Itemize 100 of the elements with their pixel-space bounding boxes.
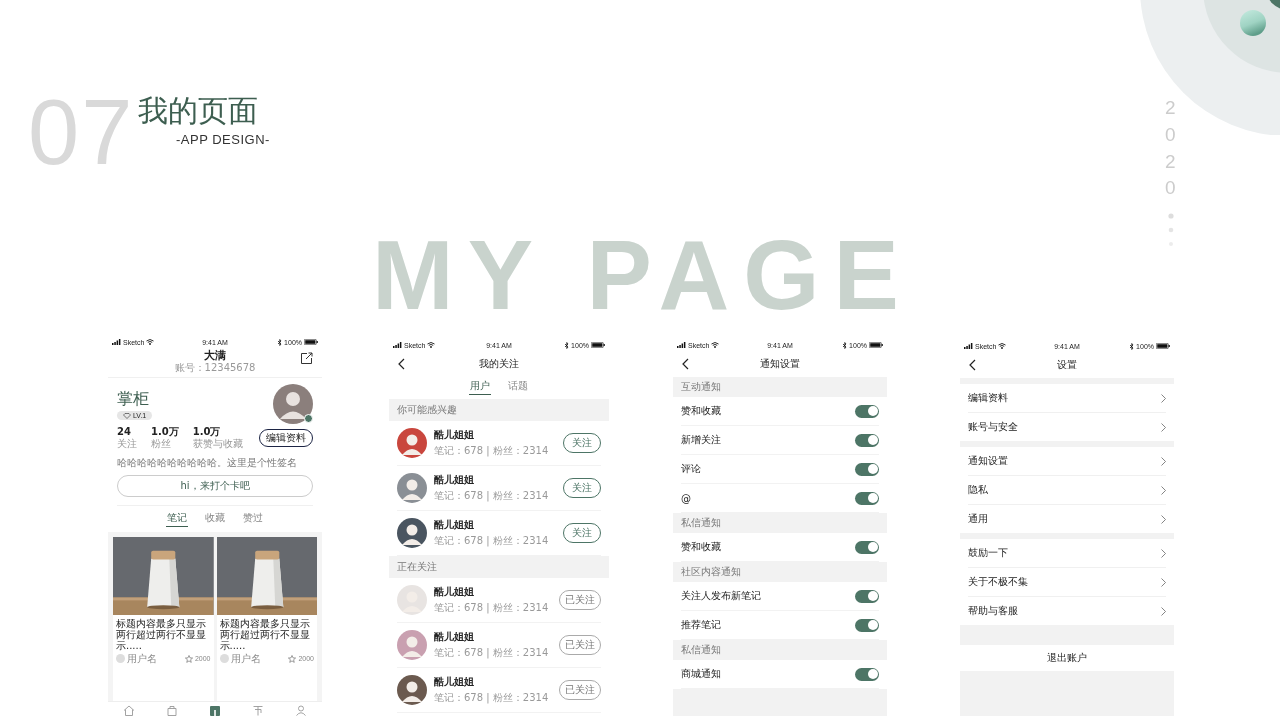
user-name: 掌柜	[117, 390, 149, 408]
bag-icon[interactable]	[166, 705, 179, 716]
chevron-right-icon	[1161, 422, 1166, 432]
note-title: 标题内容最多只显示两行超过两行不显显示.....	[219, 618, 311, 651]
check-in-button[interactable]: hi，来打个卡吧	[117, 475, 313, 497]
bluetooth-icon	[565, 341, 570, 349]
toggle-switch[interactable]	[855, 618, 879, 632]
battery-icon	[304, 339, 318, 345]
user-name: 酷儿姐姐	[434, 675, 475, 689]
back-icon[interactable]	[682, 358, 689, 370]
chevron-right-icon	[1161, 548, 1166, 558]
stat-label: 获赞与收藏	[192, 438, 243, 450]
wifi-icon	[146, 339, 155, 345]
avatar-icon[interactable]	[397, 675, 427, 705]
user-name: 酷儿姐姐	[434, 630, 475, 644]
menu-item[interactable]: 帮助与客服	[968, 604, 1018, 618]
bluetooth-icon	[843, 341, 848, 349]
user-name: 酷儿姐姐	[434, 428, 475, 442]
toggle-switch[interactable]	[855, 462, 879, 476]
note-title: 标题内容最多只显示两行超过两行不显显示.....	[116, 618, 207, 651]
follow-button[interactable]: 关注	[563, 478, 601, 498]
chevron-right-icon	[1161, 393, 1166, 403]
content-tab[interactable]: 收藏	[204, 511, 226, 527]
menu-item[interactable]: 编辑资料	[968, 391, 1008, 405]
wifi-icon	[711, 342, 720, 348]
account-number: 账号：12345678	[174, 362, 256, 374]
follow-button[interactable]: 已关注	[559, 635, 601, 655]
chevron-right-icon	[1161, 577, 1166, 587]
section-header: 私信通知	[673, 640, 887, 660]
user-stats: 笔记：678 | 粉丝：2314	[434, 444, 549, 458]
content-tab[interactable]: 赞过	[242, 511, 264, 527]
edit-profile-button[interactable]: 编辑资料	[259, 429, 313, 447]
follow-button[interactable]: 已关注	[559, 590, 601, 610]
setting-label: 赞和收藏	[681, 404, 721, 418]
content-tab[interactable]: 笔记	[166, 511, 188, 527]
chevron-right-icon	[1161, 606, 1166, 616]
toggle-switch[interactable]	[855, 589, 879, 603]
toggle-switch[interactable]	[855, 667, 879, 681]
avatar-icon[interactable]	[397, 428, 427, 458]
diamond-icon	[123, 412, 131, 419]
stat-label: 关注	[117, 438, 137, 450]
setting-label: 商城通知	[681, 667, 721, 681]
menu-item[interactable]: 通知设置	[968, 454, 1008, 468]
signal-icon	[393, 342, 402, 348]
back-icon[interactable]	[398, 358, 405, 370]
stat-label: 粉丝	[151, 438, 172, 450]
slide-subtitle: -APP DESIGN-	[176, 132, 270, 147]
star-icon	[184, 654, 193, 663]
follow-button[interactable]: 已关注	[559, 680, 601, 700]
menu-item[interactable]: 账号与安全	[968, 420, 1018, 434]
section-header: 社区内容通知	[673, 562, 887, 582]
setting-label: 赞和收藏	[681, 540, 721, 554]
avatar-icon[interactable]	[397, 473, 427, 503]
avatar-icon[interactable]	[397, 518, 427, 548]
logout-button[interactable]: 退出账户	[960, 645, 1174, 671]
battery-icon	[591, 342, 605, 348]
menu-item[interactable]: 隐私	[968, 483, 988, 497]
battery-icon	[869, 342, 883, 348]
user-name: 酷儿姐姐	[434, 518, 475, 532]
menu-item[interactable]: 通用	[968, 512, 988, 526]
user-stats: 笔记：678 | 粉丝：2314	[434, 534, 549, 548]
user-stats: 笔记：678 | 粉丝：2314	[434, 489, 549, 503]
bio-text: 哈哈哈哈哈哈哈哈哈哈。这里是个性签名	[117, 457, 298, 469]
notebook-icon[interactable]	[209, 705, 221, 716]
follow-button[interactable]: 关注	[563, 523, 601, 543]
signal-icon	[964, 343, 973, 349]
wifi-icon	[998, 343, 1007, 349]
dots-drawing	[1168, 213, 1174, 247]
user-stats: 笔记：678 | 粉丝：2314	[434, 601, 549, 615]
section-header: 互动通知	[673, 377, 887, 397]
page-title: 我的关注	[479, 357, 519, 371]
section-header: 正在关注	[389, 556, 609, 578]
setting-label: 评论	[681, 462, 701, 476]
menu-item[interactable]: 关于不极不集	[968, 575, 1028, 589]
wifi-icon	[427, 342, 436, 348]
page-title: 通知设置	[760, 357, 800, 371]
stat-value: 1.0万	[192, 426, 222, 438]
avatar-icon[interactable]	[273, 384, 313, 424]
chevron-right-icon	[1161, 456, 1166, 466]
user-name: 酷儿姐姐	[434, 585, 475, 599]
author-name: 用户名	[230, 653, 261, 664]
follow-button[interactable]: 关注	[563, 433, 601, 453]
share-icon[interactable]	[300, 352, 313, 365]
toggle-switch[interactable]	[855, 540, 879, 554]
stat-value: 24	[117, 426, 132, 438]
section-header: 你可能感兴趣	[389, 399, 609, 421]
page-title: 设置	[1057, 358, 1077, 372]
follow-tab[interactable]: 用户	[469, 379, 491, 395]
follow-tab[interactable]: 话题	[507, 379, 529, 395]
profile-nickname: 大满	[204, 349, 226, 362]
user-stats: 笔记：678 | 粉丝：2314	[434, 691, 549, 705]
signal-icon	[677, 342, 686, 348]
menu-item[interactable]: 鼓励一下	[968, 546, 1008, 560]
bluetooth-icon	[278, 338, 283, 346]
toggle-switch[interactable]	[855, 433, 879, 447]
battery-icon	[1156, 343, 1170, 349]
toggle-switch[interactable]	[855, 491, 879, 505]
toggle-switch[interactable]	[855, 404, 879, 418]
section-header: 私信通知	[673, 513, 887, 533]
back-icon[interactable]	[969, 359, 976, 371]
